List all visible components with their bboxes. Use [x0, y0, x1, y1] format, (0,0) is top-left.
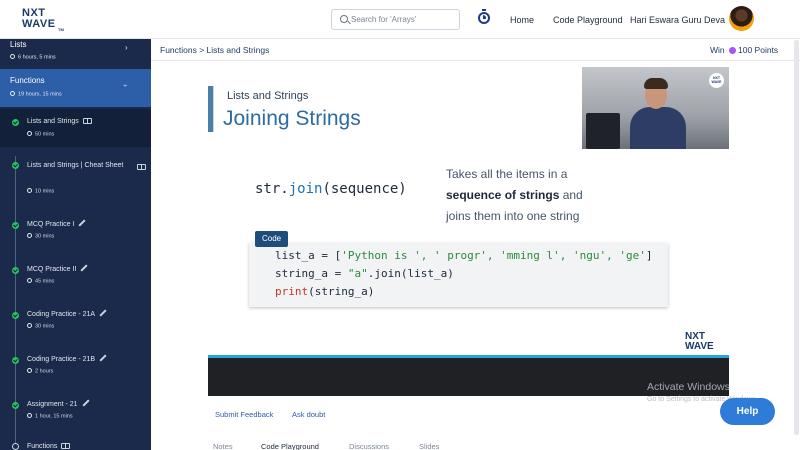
presenter-hair [644, 78, 668, 89]
clock-icon [10, 54, 15, 59]
code-line: print(string_a) [275, 285, 375, 298]
sidebar-item-functions[interactable]: Functions [0, 436, 151, 450]
top-header: NXT WAVE TM Home Code Playground Hari Es… [0, 0, 800, 39]
pencil-icon [99, 354, 107, 362]
clock-icon [27, 131, 32, 136]
coin-icon [729, 46, 737, 54]
sidebar-section-duration: 6 hours, 5 mins [10, 54, 56, 61]
sidebar-item-cheat-sheet[interactable]: Lists and Strings | Cheat Sheet 10 mins [0, 155, 151, 199]
pencil-icon [82, 399, 90, 407]
nav-code-playground-link[interactable]: Code Playground [553, 15, 623, 25]
clock-icon [27, 413, 32, 418]
course-sidebar: Lists 6 hours, 5 mins › Functions 19 hou… [0, 39, 151, 450]
clock-icon [27, 368, 32, 373]
code-line: list_a = ['Python is ', ' progr', 'mming… [275, 249, 653, 262]
submit-feedback-link[interactable]: Submit Feedback [215, 410, 273, 419]
activate-windows-title: Activate Windows [647, 381, 730, 393]
breadcrumb[interactable]: Functions > Lists and Strings [160, 45, 269, 55]
code-block: list_a = ['Python is ', ' progr', 'mming… [249, 243, 668, 307]
sidebar-item-assignment-21[interactable]: Assignment - 21 1 hour, 15 mins [0, 391, 151, 429]
slide-title: Joining Strings [223, 107, 361, 130]
pencil-icon [78, 219, 86, 227]
user-name[interactable]: Hari Eswara Guru Deva [630, 15, 725, 25]
slide-subtitle: Lists and Strings [227, 90, 309, 102]
sidebar-section-lists[interactable]: Lists 6 hours, 5 mins › [0, 39, 151, 69]
laptop-shape [586, 113, 620, 149]
presenter-body [630, 107, 686, 149]
tab-discussions[interactable]: Discussions [349, 442, 389, 450]
sidebar-item-coding-practice-21b[interactable]: Coding Practice - 21B 2 hours [0, 346, 151, 384]
search-icon [340, 15, 348, 23]
presenter-logo: NXT WAVE [709, 73, 724, 88]
sidebar-item-lists-and-strings[interactable]: Lists and Strings 50 mins [0, 109, 151, 147]
chevron-down-icon: › [120, 84, 130, 87]
tab-code-playground[interactable]: Code Playground [261, 442, 319, 450]
slide-accent-bar [208, 86, 214, 132]
sidebar-item-mcq-practice-1[interactable]: MCQ Practice I 30 mins [0, 211, 151, 249]
incomplete-circle-icon [12, 443, 19, 450]
stopwatch-icon[interactable] [478, 9, 490, 24]
ask-doubt-link[interactable]: Ask doubt [292, 410, 325, 419]
sidebar-section-title: Functions [10, 76, 45, 85]
pencil-icon [80, 264, 88, 272]
code-tag: Code [255, 231, 289, 247]
presenter-video-thumbnail: NXT WAVE [582, 67, 729, 149]
book-icon [61, 442, 71, 449]
completed-check-icon [12, 267, 19, 274]
search-input[interactable] [351, 12, 456, 27]
book-icon [137, 164, 146, 170]
sidebar-item-coding-practice-21a[interactable]: Coding Practice - 21A 30 mins [0, 301, 151, 339]
divider [151, 60, 800, 61]
completed-check-icon [12, 119, 19, 126]
pencil-icon [99, 309, 107, 317]
avatar[interactable] [729, 6, 754, 31]
page-scrollbar[interactable] [794, 40, 799, 435]
tab-slides[interactable]: Slides [419, 442, 439, 450]
completed-check-icon [12, 312, 19, 319]
chevron-right-icon: › [125, 43, 128, 52]
slide-watermark-logo: NXT WAVE [685, 331, 714, 352]
help-button[interactable]: Help [720, 398, 775, 425]
clock-icon [27, 323, 32, 328]
completed-check-icon [12, 402, 19, 409]
points-badge[interactable]: Win 100 Points [710, 45, 778, 55]
clock-icon [27, 188, 32, 193]
completed-check-icon [12, 222, 19, 229]
code-line: string_a = "a".join(list_a) [275, 267, 454, 280]
clock-icon [10, 91, 15, 96]
sidebar-section-functions[interactable]: Functions 19 hours, 15 mins › [0, 69, 151, 107]
completed-check-icon [12, 162, 19, 169]
clock-icon [27, 278, 32, 283]
completed-check-icon [12, 357, 19, 364]
clock-icon [27, 233, 32, 238]
sidebar-section-title: Lists [10, 40, 27, 49]
search-box[interactable] [331, 9, 460, 30]
nav-home-link[interactable]: Home [510, 15, 534, 25]
slide-description: Takes all the items in a sequence of str… [446, 167, 583, 223]
sidebar-section-duration: 19 hours, 15 mins [10, 91, 62, 98]
tab-notes[interactable]: Notes [213, 442, 233, 450]
nxtwave-logo[interactable]: NXT WAVE TM [22, 8, 66, 33]
book-icon [82, 117, 92, 124]
syntax-example: str.join(sequence) [255, 181, 407, 197]
sidebar-item-mcq-practice-2[interactable]: MCQ Practice II 45 mins [0, 256, 151, 294]
